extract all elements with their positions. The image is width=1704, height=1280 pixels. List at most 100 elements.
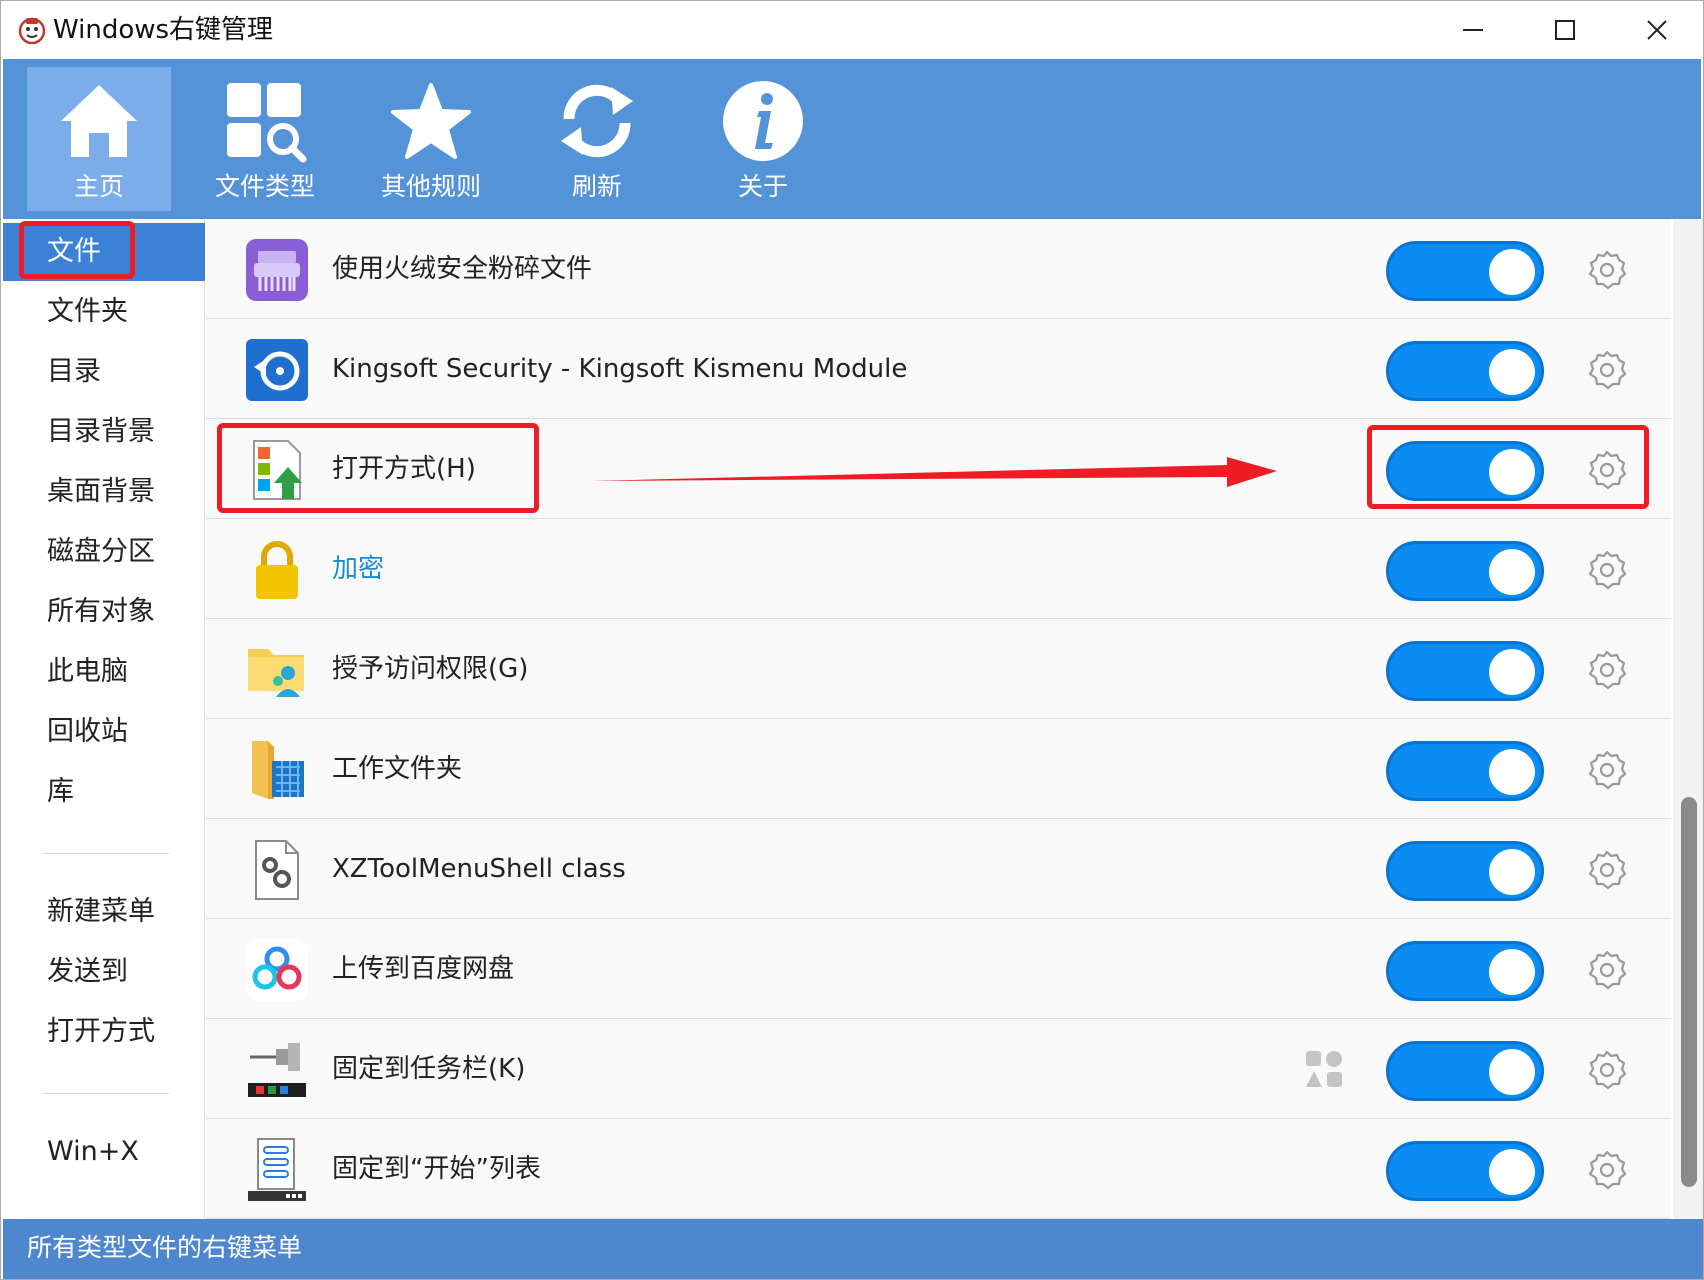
toggle-knob [1489, 949, 1535, 995]
work-folder-icon [252, 741, 304, 799]
title-bar: Windows右键管理 [1, 1, 1703, 59]
minimize-icon [1463, 29, 1483, 31]
sidebar-item-directory[interactable]: 目录 [3, 343, 205, 401]
baidu-netdisk-icon [246, 939, 308, 1001]
enable-toggle[interactable] [1386, 1141, 1544, 1201]
tool-other-rules-label: 其他规则 [380, 172, 481, 201]
sidebar-item-new-menu[interactable]: 新建菜单 [3, 883, 205, 941]
kingsoft-icon [246, 339, 308, 401]
list-item: 上传到百度网盘 [206, 919, 1671, 1019]
sidebar-item-send-to[interactable]: 发送到 [3, 943, 205, 1001]
gear-icon[interactable] [1586, 349, 1628, 391]
enable-toggle[interactable] [1386, 841, 1544, 901]
toggle-knob [1489, 849, 1535, 895]
menu-item-label: 固定到任务栏(K) [332, 1054, 526, 1084]
gear-icon[interactable] [1586, 1049, 1628, 1091]
sidebar-item-folder[interactable]: 文件夹 [3, 283, 205, 341]
maximize-button[interactable] [1519, 1, 1611, 59]
gear-icon[interactable] [1586, 549, 1628, 591]
sidebar-item-open-with[interactable]: 打开方式 [3, 1003, 205, 1061]
enable-toggle[interactable] [1386, 341, 1544, 401]
sidebar: 文件 文件夹 目录 目录背景 桌面背景 磁盘分区 所有对象 此电脑 回收站 库 … [3, 219, 205, 1219]
menu-item-list: 使用火绒安全粉碎文件 Kingsoft Security - Kingsoft … [206, 219, 1671, 1219]
toggle-knob [1489, 1149, 1535, 1195]
list-item: XZToolMenuShell class [206, 819, 1671, 919]
home-icon [61, 85, 137, 157]
list-item: 加密 [206, 519, 1671, 619]
sidebar-item-drive[interactable]: 磁盘分区 [3, 523, 205, 581]
gear-icon[interactable] [1586, 749, 1628, 791]
sidebar-item-all-objects[interactable]: 所有对象 [3, 583, 205, 641]
close-icon [1647, 20, 1667, 40]
tool-refresh[interactable]: 刷新 [525, 67, 669, 211]
pin-start-icon [248, 1138, 306, 1201]
status-bar: 所有类型文件的右键菜单 [3, 1219, 1703, 1279]
sidebar-item-directory-background[interactable]: 目录背景 [3, 403, 205, 461]
sidebar-item-library[interactable]: 库 [3, 763, 205, 821]
list-item: 工作文件夹 [206, 719, 1671, 819]
app-icon [18, 17, 46, 45]
menu-item-label: 固定到“开始”列表 [332, 1154, 541, 1184]
list-item: 授予访问权限(G) [206, 619, 1671, 719]
close-button[interactable] [1611, 1, 1703, 59]
shredder-icon [246, 239, 308, 301]
list-item: 固定到“开始”列表 [206, 1119, 1671, 1219]
refresh-icon [561, 84, 633, 158]
app-window: Windows右键管理 主页 文件类型 其他规则 刷新 关于 文件 文件夹 目录… [0, 0, 1704, 1280]
vertical-scrollbar[interactable] [1673, 219, 1703, 1219]
tool-file-types[interactable]: 文件类型 [193, 67, 337, 211]
maximize-icon [1555, 20, 1575, 40]
enable-toggle[interactable] [1386, 941, 1544, 1001]
gear-icon[interactable] [1586, 949, 1628, 991]
tool-refresh-label: 刷新 [571, 172, 622, 201]
sidebar-divider [43, 1093, 169, 1094]
annotation-arrow-icon [591, 457, 1277, 487]
menu-item-label: 加密 [332, 554, 385, 584]
enable-toggle[interactable] [1386, 1041, 1544, 1101]
toggle-knob [1489, 549, 1535, 595]
gear-icon[interactable] [1586, 649, 1628, 691]
tool-about-label: 关于 [737, 172, 788, 201]
enable-toggle[interactable] [1386, 541, 1544, 601]
sidebar-item-recycle-bin[interactable]: 回收站 [3, 703, 205, 761]
tool-about[interactable]: 关于 [691, 67, 835, 211]
pin-taskbar-icon [248, 1043, 306, 1097]
menu-item-label: 授予访问权限(G) [332, 654, 529, 684]
gear-icon[interactable] [1586, 849, 1628, 891]
list-item: 使用火绒安全粉碎文件 [206, 219, 1671, 319]
toggle-knob [1489, 649, 1535, 695]
menu-item-label: XZToolMenuShell class [332, 854, 626, 884]
sidebar-item-this-pc[interactable]: 此电脑 [3, 643, 205, 701]
main-toolbar: 主页 文件类型 其他规则 刷新 关于 [3, 59, 1701, 219]
toggle-knob [1489, 1049, 1535, 1095]
sidebar-item-win-x[interactable]: Win+X [3, 1123, 205, 1181]
gear-icon[interactable] [1586, 1149, 1628, 1191]
toggle-knob [1489, 749, 1535, 795]
menu-item-label: 工作文件夹 [332, 754, 463, 784]
list-item: 固定到任务栏(K) [206, 1019, 1671, 1119]
minimize-button[interactable] [1427, 1, 1519, 59]
toggle-knob [1489, 249, 1535, 295]
toggle-knob [1489, 349, 1535, 395]
menu-item-label: Kingsoft Security - Kingsoft Kismenu Mod… [332, 354, 908, 384]
window-title: Windows右键管理 [53, 15, 274, 45]
tool-home[interactable]: 主页 [27, 67, 171, 211]
file-type-search-icon [227, 83, 307, 163]
scrollbar-thumb[interactable] [1681, 797, 1697, 1187]
star-icon [391, 83, 471, 159]
shapes-icon[interactable] [1304, 1049, 1344, 1089]
gear-icon[interactable] [1586, 249, 1628, 291]
menu-item-label: 使用火绒安全粉碎文件 [332, 254, 593, 284]
sidebar-item-desktop-background[interactable]: 桌面背景 [3, 463, 205, 521]
status-text: 所有类型文件的右键菜单 [27, 1233, 303, 1262]
annotation-highlight-toggle [1367, 425, 1649, 509]
settings-file-icon [255, 840, 299, 900]
enable-toggle[interactable] [1386, 641, 1544, 701]
annotation-highlight-file [19, 221, 135, 279]
enable-toggle[interactable] [1386, 241, 1544, 301]
tool-other-rules[interactable]: 其他规则 [359, 67, 503, 211]
info-icon [723, 81, 803, 161]
enable-toggle[interactable] [1386, 741, 1544, 801]
lock-icon [256, 541, 298, 599]
share-folder-icon [248, 649, 304, 697]
